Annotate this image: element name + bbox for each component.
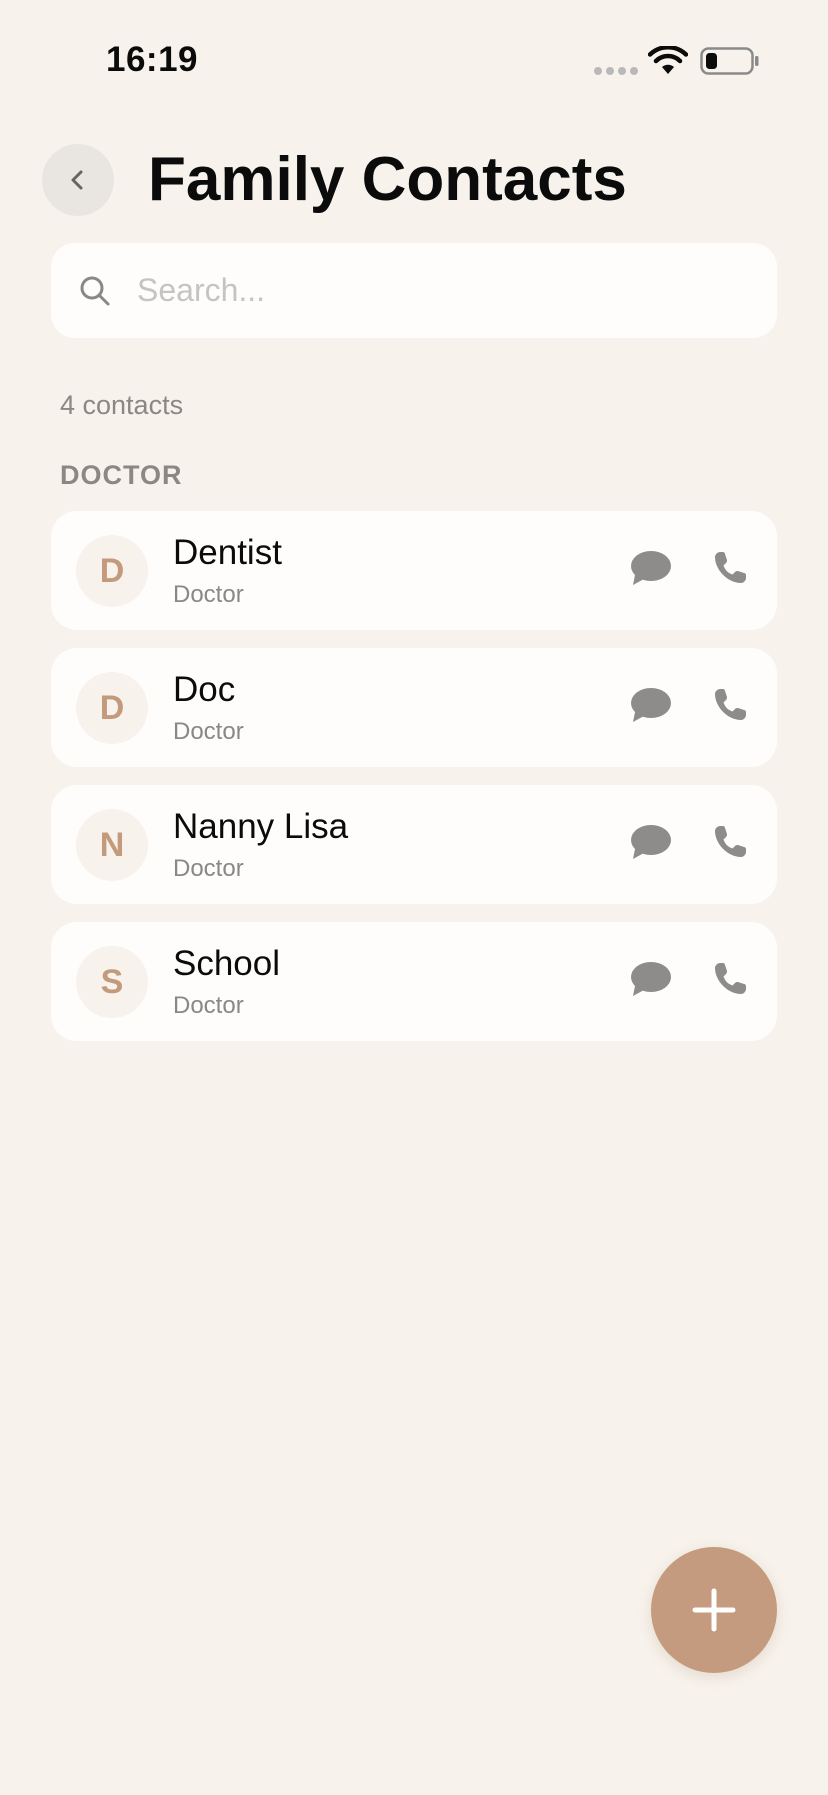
phone-icon	[715, 826, 746, 857]
chevron-left-icon	[71, 170, 83, 190]
contact-card[interactable]: N Nanny Lisa Doctor	[51, 785, 777, 904]
plus-icon	[692, 1588, 736, 1632]
battery-icon	[700, 47, 759, 75]
section-header: DOCTOR	[60, 460, 183, 490]
contact-card[interactable]: S School Doctor	[51, 922, 777, 1041]
back-button[interactable]	[42, 144, 114, 216]
status-time: 16:19	[106, 40, 199, 79]
contact-card[interactable]: D Dentist Doctor	[51, 511, 777, 630]
chat-bubble-icon	[631, 825, 671, 859]
call-button[interactable]	[711, 823, 749, 861]
phone-icon	[715, 963, 746, 994]
contact-name: Doc	[173, 670, 236, 709]
cellular-signal-icon	[594, 67, 638, 75]
contact-name: Nanny Lisa	[173, 807, 349, 846]
message-button[interactable]	[629, 549, 673, 589]
phone-icon	[715, 689, 746, 720]
phone-icon	[715, 552, 746, 583]
contact-role: Doctor	[173, 718, 244, 745]
status-bar: 16:19	[0, 0, 828, 100]
contact-role: Doctor	[173, 992, 244, 1019]
search-icon	[80, 276, 110, 305]
add-contact-button[interactable]	[651, 1547, 777, 1673]
contact-role: Doctor	[173, 581, 244, 608]
avatar: N	[76, 809, 148, 881]
contact-name: Dentist	[173, 533, 282, 572]
avatar: D	[76, 535, 148, 607]
contact-count: 4 contacts	[60, 390, 184, 420]
call-button[interactable]	[711, 549, 749, 587]
contact-name: School	[173, 944, 281, 983]
contact-role: Doctor	[173, 855, 244, 882]
chat-bubble-icon	[631, 688, 671, 722]
avatar: D	[76, 672, 148, 744]
avatar: S	[76, 946, 148, 1018]
call-button[interactable]	[711, 686, 749, 724]
message-button[interactable]	[629, 960, 673, 1000]
search-bar[interactable]	[51, 243, 777, 338]
contact-card[interactable]: D Doc Doctor	[51, 648, 777, 767]
message-button[interactable]	[629, 823, 673, 863]
chat-bubble-icon	[631, 962, 671, 996]
chat-bubble-icon	[631, 551, 671, 585]
search-input[interactable]	[135, 271, 739, 310]
page-title: Family Contacts	[148, 145, 627, 214]
call-button[interactable]	[711, 960, 749, 998]
contact-list: D Dentist Doctor D Doc Doctor N Nanny Li	[51, 511, 777, 1059]
message-button[interactable]	[629, 686, 673, 726]
wifi-icon	[648, 46, 688, 74]
